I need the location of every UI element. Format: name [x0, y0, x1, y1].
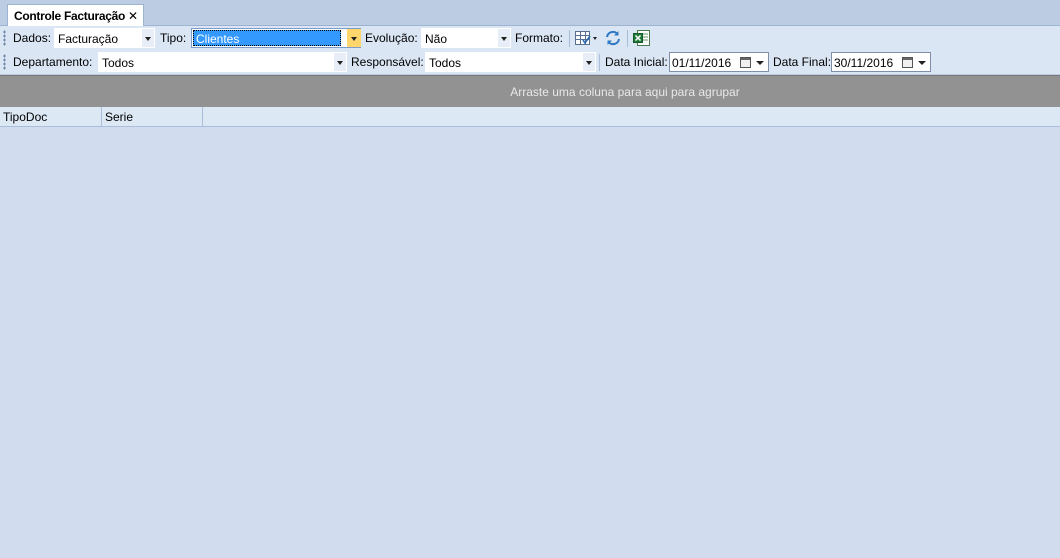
- chevron-down-icon[interactable]: [583, 53, 595, 71]
- excel-export-icon[interactable]: [632, 29, 652, 47]
- evolucao-combo[interactable]: Não: [421, 28, 511, 48]
- calendar-icon[interactable]: [902, 57, 913, 68]
- toolbar-separator: [569, 30, 570, 47]
- grid-format-icon[interactable]: [574, 29, 600, 47]
- dados-label: Dados:: [13, 31, 52, 45]
- tipo-label: Tipo:: [160, 31, 187, 45]
- chevron-down-icon[interactable]: [347, 29, 361, 47]
- data-final-label: Data Final:: [773, 55, 832, 69]
- chevron-down-icon[interactable]: [756, 61, 764, 65]
- toolbar-grip[interactable]: [3, 30, 6, 46]
- column-header-tipodoc[interactable]: TipoDoc: [0, 107, 102, 127]
- responsavel-value: Todos: [429, 56, 462, 70]
- departamento-combo[interactable]: Todos: [98, 52, 347, 72]
- tipo-combo[interactable]: Clientes: [191, 28, 361, 48]
- evolucao-label: Evolução:: [365, 31, 418, 45]
- column-header-serie[interactable]: Serie: [102, 107, 203, 127]
- chevron-down-icon[interactable]: [334, 53, 346, 71]
- grid-header: TipoDoc Serie: [0, 107, 1060, 127]
- evolucao-value: Não: [425, 32, 448, 46]
- chevron-down-icon[interactable]: [498, 29, 510, 47]
- data-inicial-value: 01/11/2016: [672, 56, 732, 70]
- toolbar-dados: Dados: Facturação Tipo: Clientes Evoluçã…: [0, 26, 1060, 51]
- toolbar-separator: [599, 54, 600, 71]
- toolbar-filtros: Departamento: Todos Responsável: Todos D…: [0, 50, 1060, 75]
- tab-strip: Controle Facturação ✕: [0, 0, 1060, 26]
- dados-combo[interactable]: Facturação: [54, 28, 155, 48]
- chevron-down-icon[interactable]: [918, 61, 926, 65]
- refresh-icon[interactable]: [603, 29, 623, 47]
- departamento-value: Todos: [102, 56, 135, 70]
- formato-label: Formato:: [515, 31, 564, 45]
- responsavel-combo[interactable]: Todos: [425, 52, 596, 72]
- tab-title: Controle Facturação: [14, 8, 125, 23]
- data-inicial-picker[interactable]: 01/11/2016: [669, 52, 769, 72]
- responsavel-label: Responsável:: [351, 55, 424, 69]
- close-icon[interactable]: ✕: [128, 9, 138, 23]
- toolbar-grip[interactable]: [3, 54, 6, 70]
- data-final-value: 30/11/2016: [834, 56, 894, 70]
- data-final-picker[interactable]: 30/11/2016: [831, 52, 931, 72]
- departamento-label: Departamento:: [13, 55, 93, 69]
- calendar-icon[interactable]: [740, 57, 751, 68]
- group-by-panel[interactable]: Arraste uma coluna para aqui para agrupa…: [0, 75, 1060, 107]
- tipo-value: Clientes: [193, 30, 341, 46]
- dados-value: Facturação: [58, 32, 119, 46]
- tab-controle-facturacao[interactable]: Controle Facturação ✕: [7, 4, 144, 26]
- chevron-down-icon[interactable]: [142, 29, 154, 47]
- toolbar-separator: [627, 30, 628, 47]
- data-inicial-label: Data Inicial:: [605, 55, 668, 69]
- grid-body[interactable]: [0, 127, 1060, 558]
- group-by-hint: Arraste uma coluna para aqui para agrupa…: [510, 84, 740, 99]
